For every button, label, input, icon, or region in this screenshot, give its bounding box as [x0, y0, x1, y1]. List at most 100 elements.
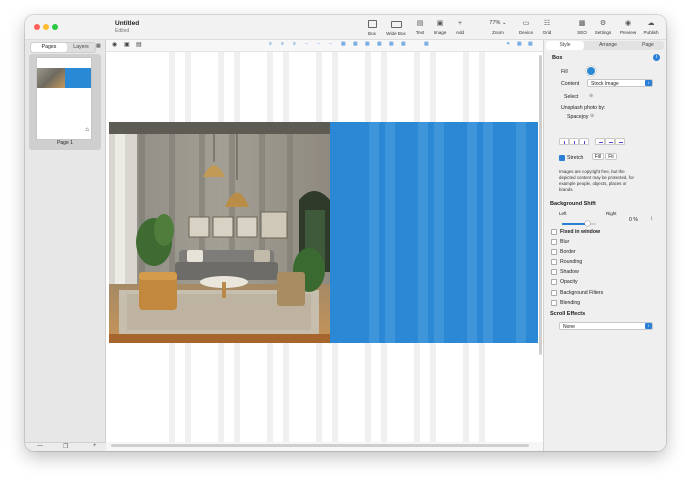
align-bottom-icon[interactable]: ┄ — [329, 41, 332, 47]
fit-button[interactable]: Fit — [605, 153, 617, 160]
zoom-value: 77% ⌄ — [483, 20, 513, 26]
publish-button[interactable]: ☁ Publish — [639, 19, 663, 35]
same-width-icon[interactable]: ▦ — [365, 41, 370, 47]
layout-grid-icon[interactable]: ▦ — [96, 43, 101, 49]
close-window-button[interactable] — [34, 24, 40, 30]
stretch-checkbox[interactable] — [559, 155, 565, 161]
minimize-window-button[interactable] — [43, 24, 49, 30]
design-canvas[interactable] — [106, 52, 543, 442]
plus-icon: + — [457, 20, 463, 27]
vertical-scrollbar[interactable] — [539, 55, 542, 355]
grid-label: Grid — [542, 30, 552, 35]
fixed-in-window-checkbox[interactable] — [551, 229, 557, 235]
stock-photo-box[interactable] — [109, 122, 330, 343]
arrow-circle-icon[interactable]: ⊕ — [589, 93, 593, 99]
slider-fill — [562, 223, 588, 225]
seo-label: SEO — [577, 30, 587, 35]
info-icon[interactable]: i — [653, 54, 660, 61]
align-middle-icon[interactable]: ┄ — [317, 41, 320, 47]
copyright-line-2: depicted content may be protected, for — [559, 175, 634, 180]
minus-icon[interactable]: — — [37, 443, 43, 449]
border-checkbox[interactable] — [551, 249, 557, 255]
photographer-link[interactable]: Spacejoy — [567, 114, 588, 120]
copyright-line-3: example people, objects, places or — [559, 181, 627, 186]
inspector-panel: Style Arrange Page Box i Fill Content St… — [543, 40, 666, 451]
plus-icon[interactable]: + — [93, 443, 97, 449]
eye-icon[interactable]: ◉ — [112, 41, 117, 48]
wide-box-tool-button[interactable]: Wide Box — [383, 19, 409, 36]
chevron-updown-icon: ↕ — [645, 80, 652, 86]
content-select[interactable]: Stock Image ↕ — [587, 79, 653, 87]
align-image-middle-button[interactable] — [605, 138, 615, 145]
sidebar-segmented-control: Pages Layers — [30, 42, 96, 53]
lock-icon[interactable]: ▦ — [424, 41, 429, 47]
align-image-right-button[interactable] — [579, 138, 589, 145]
align-top-icon[interactable]: ┄ — [305, 41, 308, 47]
blur-label: Blur — [560, 239, 570, 245]
bring-forward-icon[interactable]: ▦ — [389, 41, 394, 47]
zoom-label: Zoom — [492, 30, 504, 35]
grid-overlay-stripe — [483, 122, 493, 343]
tab-style[interactable]: Style — [546, 41, 584, 50]
settings-button[interactable]: ⚙ Settings — [591, 19, 615, 35]
send-backward-icon[interactable]: ▦ — [401, 41, 406, 47]
fill-button[interactable]: Fill — [592, 153, 604, 160]
arrow-circle-icon[interactable]: ⊕ — [590, 113, 594, 119]
duplicate-icon[interactable]: ❐ — [63, 443, 68, 450]
rounding-checkbox[interactable] — [551, 259, 557, 265]
blending-checkbox[interactable] — [551, 300, 557, 306]
cloud-upload-icon: ☁ — [647, 20, 655, 27]
inspector-tabs: Style Arrange Page — [546, 41, 664, 50]
scroll-effects-select[interactable]: None ↕ — [559, 322, 653, 330]
fill-color-well[interactable] — [587, 67, 595, 75]
stepper-icon[interactable]: ↕ — [650, 216, 653, 222]
box-heading: Box — [552, 55, 563, 61]
tab-arrange[interactable]: Arrange — [588, 41, 628, 50]
add-button[interactable]: + Add — [448, 19, 472, 35]
align-center-icon[interactable]: ≡ — [281, 41, 284, 47]
text-tool-label: Text — [415, 30, 425, 35]
align-right-icon[interactable]: ≡ — [293, 41, 296, 47]
box-icon — [367, 20, 377, 28]
image-frame-icon[interactable]: ▣ — [124, 41, 130, 48]
device-label: Device — [518, 30, 534, 35]
distribute-horizontal-icon[interactable]: ▦ — [341, 41, 346, 47]
page-label: Page 1 — [57, 140, 73, 146]
canvas-toolbar: ◉ ▣ ▤ ≡ ≡ ≡ ┄ ┄ ┄ ▦ ▦ ▦ ▦ ▦ ▦ ▦ ✶ ▦ ▦ — [106, 40, 543, 52]
zoom-control[interactable]: 77% ⌄ Zoom — [483, 19, 513, 35]
background-shift-slider[interactable] — [562, 221, 596, 226]
guides-icon[interactable]: ▦ — [517, 41, 522, 47]
horizontal-scrollbar[interactable] — [111, 444, 529, 447]
snap-icon[interactable]: ✶ — [506, 41, 510, 47]
blur-checkbox[interactable] — [551, 239, 557, 245]
align-left-icon[interactable]: ≡ — [269, 41, 272, 47]
slider-knob[interactable] — [585, 221, 590, 226]
same-height-icon[interactable]: ▦ — [377, 41, 382, 47]
background-filters-checkbox[interactable] — [551, 290, 557, 296]
wide-box-tool-label: Wide Box — [386, 31, 406, 36]
align-image-center-button[interactable] — [569, 138, 579, 145]
align-image-left-button[interactable] — [559, 138, 569, 145]
zoom-window-button[interactable] — [52, 24, 58, 30]
align-image-bottom-button[interactable] — [615, 138, 625, 145]
box-tool-button[interactable]: Box — [360, 19, 384, 36]
copyright-line-4: brands. — [559, 187, 574, 192]
page-thumbnail-item[interactable]: ⌂ Page 1 — [29, 54, 101, 150]
background-filters-label: Background Filters — [560, 290, 604, 296]
content-label: Content — [561, 81, 580, 87]
grid-overlay-stripe — [516, 122, 526, 343]
align-image-top-button[interactable] — [595, 138, 605, 145]
distribute-vertical-icon[interactable]: ▦ — [353, 41, 358, 47]
scroll-effects-heading: Scroll Effects — [550, 311, 586, 317]
device-frame-icon[interactable]: ▤ — [136, 41, 142, 48]
shadow-checkbox[interactable] — [551, 269, 557, 275]
tab-page[interactable]: Page — [632, 41, 664, 50]
blue-box[interactable] — [330, 122, 538, 343]
rulers-icon[interactable]: ▦ — [528, 41, 533, 47]
preview-button[interactable]: ◉ Preview — [616, 19, 640, 35]
tab-layers[interactable]: Layers — [67, 43, 95, 52]
tab-pages[interactable]: Pages — [31, 43, 67, 52]
opacity-checkbox[interactable] — [551, 279, 557, 285]
select-photo-button[interactable]: Select — [564, 94, 578, 100]
grid-button[interactable]: ☷ Grid — [535, 19, 559, 35]
